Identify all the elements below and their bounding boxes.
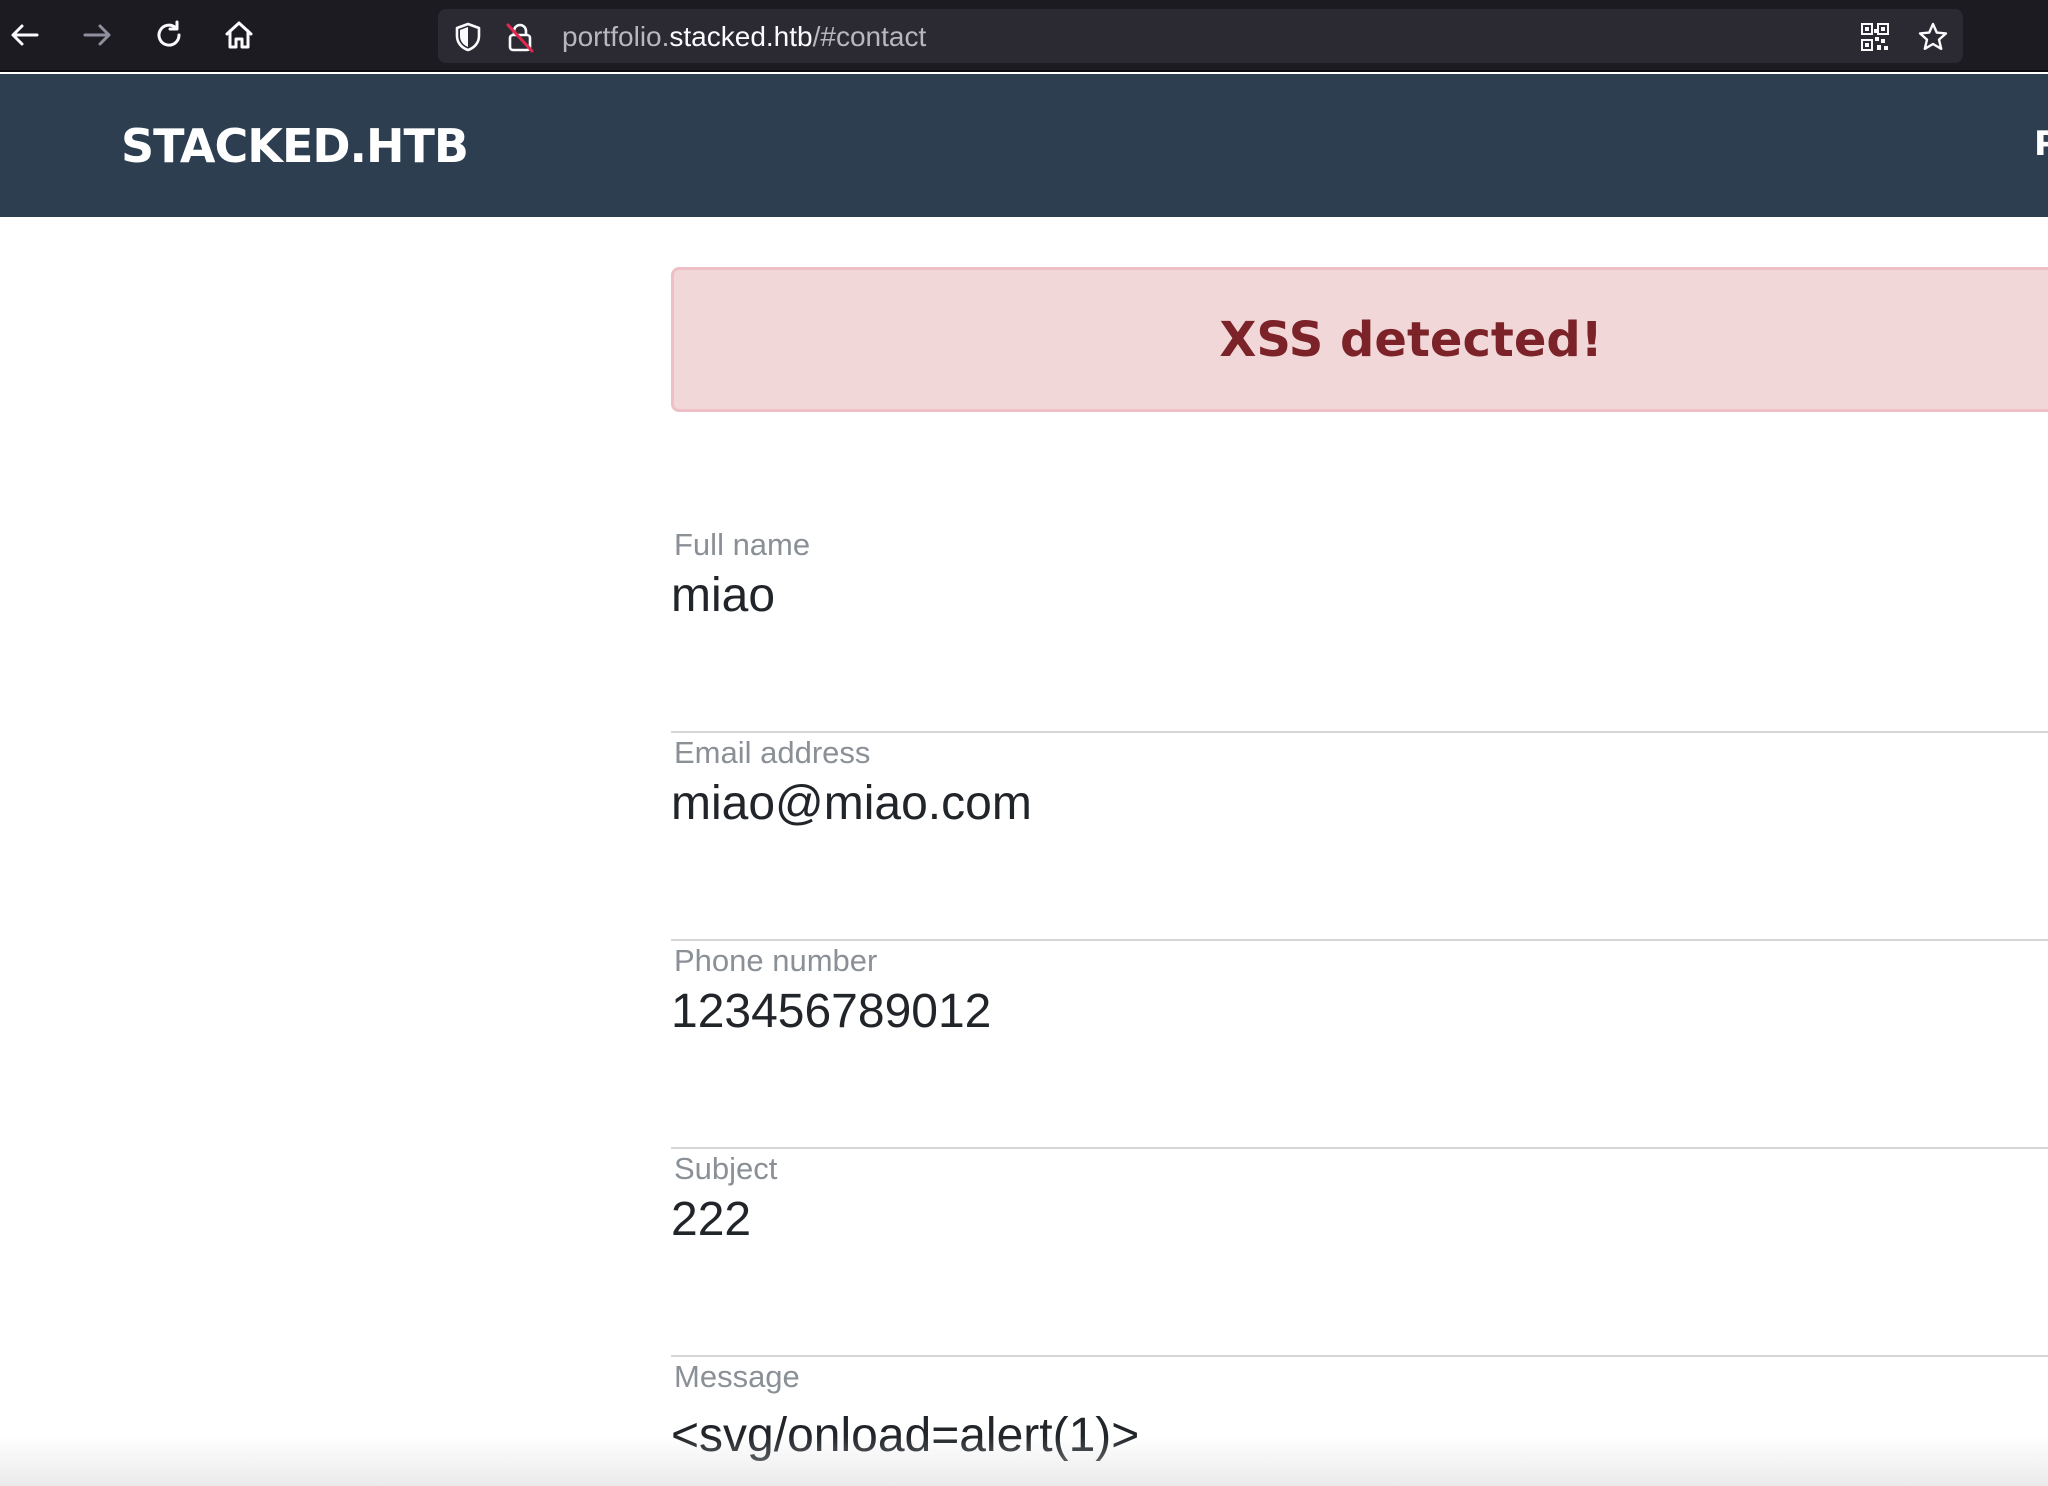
email-value[interactable]: miao@miao.com — [671, 773, 1032, 835]
insecure-lock-icon — [506, 23, 534, 53]
reload-button[interactable] — [146, 12, 192, 58]
full-name-field[interactable]: Full name miao — [671, 525, 2048, 733]
subject-field[interactable]: Subject 222 — [671, 1149, 2048, 1357]
back-button[interactable] — [2, 12, 48, 58]
subject-label: Subject — [674, 1151, 778, 1186]
phone-field[interactable]: Phone number 123456789012 — [671, 941, 2048, 1149]
shield-icon — [455, 22, 481, 52]
forward-arrow-icon — [83, 24, 111, 46]
brand-logo-link[interactable]: STACKED.HTB — [121, 118, 469, 174]
browser-toolbar: portfolio.stacked.htb/#contact — [0, 0, 2048, 72]
home-icon — [225, 21, 253, 49]
full-name-label: Full name — [674, 527, 811, 562]
alert-message: XSS detected! — [1219, 311, 1603, 368]
site-navbar: STACKED.HTB P — [0, 74, 2048, 217]
full-name-value[interactable]: miao — [671, 565, 775, 627]
qr-code-icon[interactable] — [1859, 21, 1891, 53]
xss-alert: XSS detected! — [671, 267, 2048, 412]
url-suffix: /#contact — [812, 21, 927, 52]
site-info[interactable] — [452, 21, 536, 53]
url-text[interactable]: portfolio.stacked.htb/#contact — [562, 23, 926, 51]
star-icon[interactable] — [1917, 21, 1949, 53]
phone-value[interactable]: 123456789012 — [671, 981, 991, 1043]
url-bar[interactable]: portfolio.stacked.htb/#contact — [438, 9, 1963, 63]
email-field[interactable]: Email address miao@miao.com — [671, 733, 2048, 941]
subject-value[interactable]: 222 — [671, 1189, 751, 1251]
email-label: Email address — [674, 735, 871, 770]
home-button[interactable] — [216, 12, 262, 58]
reload-icon — [157, 20, 181, 47]
forward-button[interactable] — [74, 12, 120, 58]
back-arrow-icon — [11, 24, 39, 46]
nav-link-partial[interactable]: P — [2034, 124, 2048, 164]
bottom-shadow — [0, 1436, 2048, 1486]
message-label: Message — [674, 1359, 800, 1394]
url-domain: stacked.htb — [669, 21, 813, 52]
phone-label: Phone number — [674, 943, 878, 978]
url-prefix: portfolio. — [562, 21, 670, 52]
